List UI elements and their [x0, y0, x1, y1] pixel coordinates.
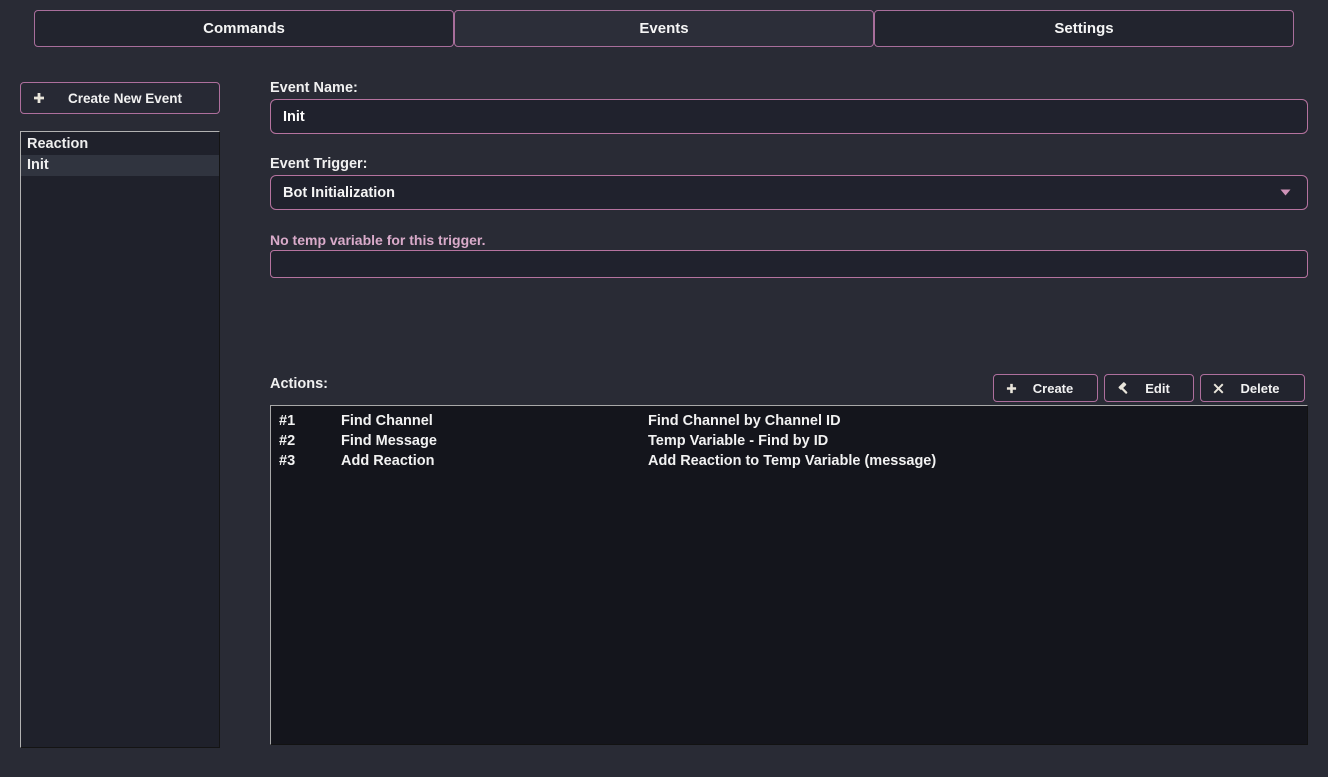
- event-list-item-init[interactable]: Init: [21, 155, 219, 176]
- event-name-label: Event Name:: [270, 80, 358, 96]
- tab-settings[interactable]: Settings: [874, 10, 1294, 47]
- actions-list: #1 Find Channel Find Channel by Channel …: [270, 405, 1308, 745]
- event-trigger-select[interactable]: Bot Initialization: [270, 175, 1308, 210]
- create-new-event-button[interactable]: Create New Event: [20, 82, 220, 114]
- action-number: #1: [271, 411, 341, 431]
- temp-variable-input[interactable]: [270, 250, 1308, 278]
- plus-icon: [1006, 383, 1017, 394]
- event-list: Reaction Init: [20, 131, 220, 748]
- action-number: #3: [271, 451, 341, 471]
- action-create-label: Create: [1017, 381, 1089, 396]
- tab-commands-label: Commands: [203, 20, 285, 37]
- action-number: #2: [271, 431, 341, 451]
- hammer-icon: [1117, 382, 1130, 395]
- action-description: Add Reaction to Temp Variable (message): [648, 451, 1307, 471]
- action-edit-button[interactable]: Edit: [1104, 374, 1194, 402]
- event-item-label: Init: [27, 157, 49, 173]
- action-description: Find Channel by Channel ID: [648, 411, 1307, 431]
- action-row-2[interactable]: #2 Find Message Temp Variable - Find by …: [271, 431, 1307, 451]
- plus-icon: [33, 92, 45, 104]
- actions-label: Actions:: [270, 376, 328, 392]
- action-row-3[interactable]: #3 Add Reaction Add Reaction to Temp Var…: [271, 451, 1307, 471]
- create-new-event-label: Create New Event: [45, 91, 205, 106]
- tab-events[interactable]: Events: [454, 10, 874, 47]
- tab-events-label: Events: [639, 20, 688, 37]
- action-name: Find Message: [341, 431, 648, 451]
- event-trigger-label: Event Trigger:: [270, 156, 368, 172]
- action-edit-label: Edit: [1130, 381, 1185, 396]
- tab-settings-label: Settings: [1054, 20, 1113, 37]
- action-name: Add Reaction: [341, 451, 648, 471]
- action-delete-label: Delete: [1224, 381, 1296, 396]
- chevron-down-icon: [1280, 189, 1291, 196]
- tab-commands[interactable]: Commands: [34, 10, 454, 47]
- action-name: Find Channel: [341, 411, 648, 431]
- event-list-item-reaction[interactable]: Reaction: [21, 134, 219, 155]
- action-delete-button[interactable]: Delete: [1200, 374, 1305, 402]
- close-icon: [1213, 383, 1224, 394]
- event-name-input[interactable]: [270, 99, 1308, 134]
- event-item-label: Reaction: [27, 136, 88, 152]
- action-row-1[interactable]: #1 Find Channel Find Channel by Channel …: [271, 411, 1307, 431]
- app-window: Commands Events Settings Create New Even…: [0, 0, 1328, 777]
- action-description: Temp Variable - Find by ID: [648, 431, 1307, 451]
- temp-variable-note: No temp variable for this trigger.: [270, 232, 486, 248]
- action-create-button[interactable]: Create: [993, 374, 1098, 402]
- event-trigger-value: Bot Initialization: [283, 185, 1280, 201]
